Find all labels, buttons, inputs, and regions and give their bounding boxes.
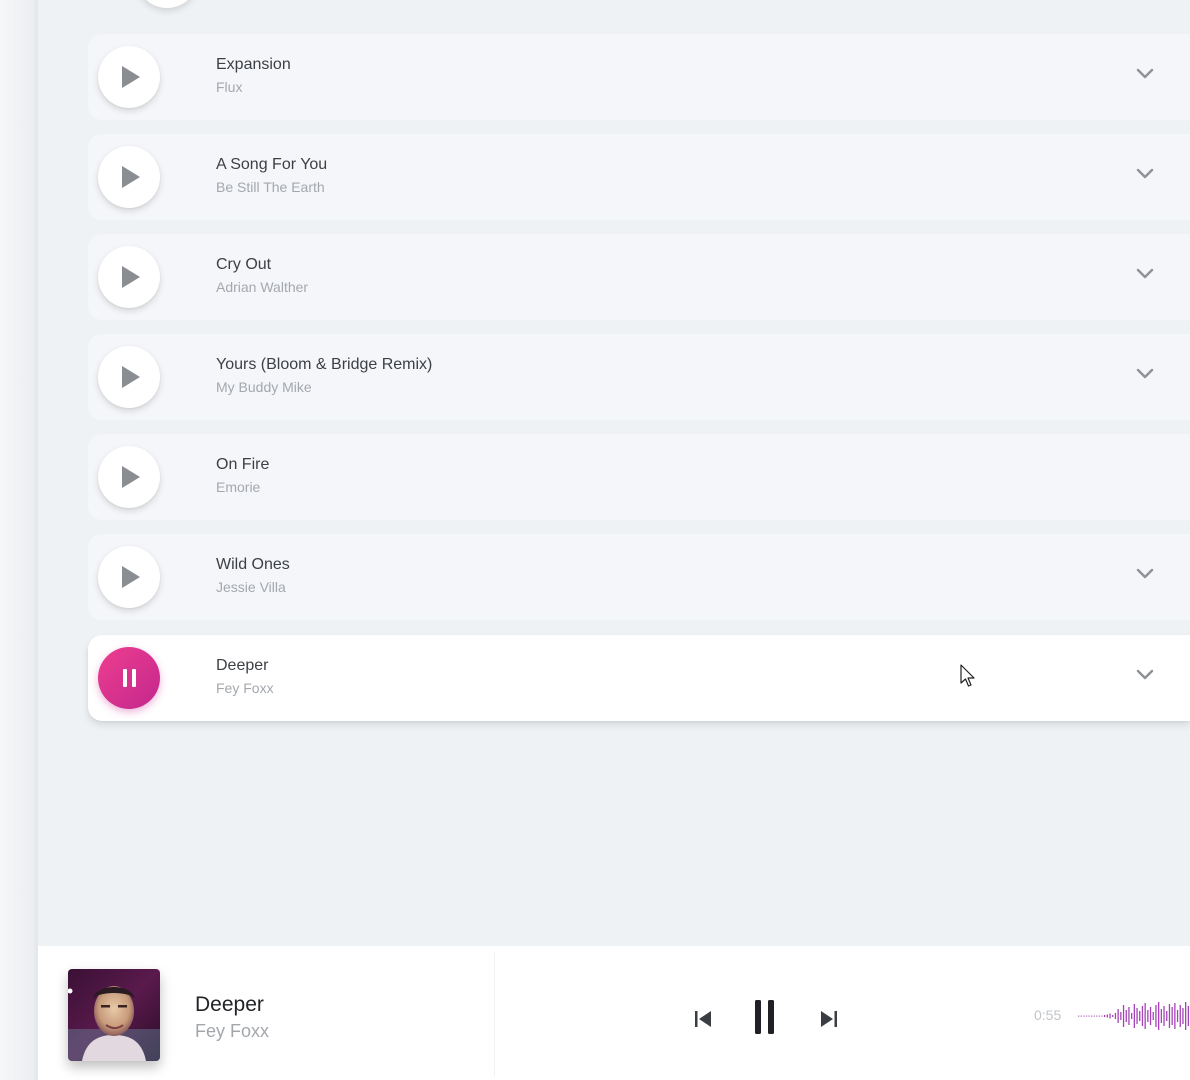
chevron-down-icon[interactable] bbox=[1136, 368, 1154, 380]
waveform-bar bbox=[1093, 1015, 1095, 1017]
play-icon bbox=[122, 566, 140, 588]
waveform-bar bbox=[1083, 1015, 1085, 1017]
track-artist: Adrian Walther bbox=[216, 279, 309, 295]
play-button[interactable] bbox=[98, 346, 160, 408]
waveform-bar bbox=[1160, 1009, 1162, 1023]
waveform[interactable] bbox=[1076, 996, 1190, 1036]
waveform-bar bbox=[1187, 1006, 1189, 1026]
waveform-bar bbox=[1139, 1011, 1141, 1021]
left-rail bbox=[0, 0, 38, 1080]
track-title: Wild Ones bbox=[216, 556, 290, 573]
now-playing-title: Deeper bbox=[195, 993, 264, 1016]
elapsed-time: 0:55 bbox=[1034, 1007, 1062, 1023]
waveform-bar bbox=[1080, 1015, 1082, 1017]
waveform-bar bbox=[1171, 1007, 1173, 1025]
track-title: On Fire bbox=[216, 456, 270, 473]
play-button[interactable] bbox=[98, 446, 160, 508]
pause-icon[interactable] bbox=[754, 999, 776, 1035]
play-icon bbox=[122, 266, 140, 288]
waveform-bar bbox=[1098, 1015, 1101, 1017]
chevron-down-icon[interactable] bbox=[1136, 268, 1154, 280]
track-title: A Song For You bbox=[216, 156, 328, 173]
play-button[interactable] bbox=[98, 146, 160, 208]
skip-next-icon[interactable] bbox=[820, 1010, 838, 1028]
waveform-bar bbox=[1158, 1002, 1160, 1030]
play-icon bbox=[122, 466, 140, 488]
skip-previous-icon[interactable] bbox=[694, 1010, 712, 1028]
track-row[interactable]: Cry Out Adrian Walther bbox=[88, 234, 1190, 320]
waveform-bar bbox=[1141, 1006, 1144, 1026]
waveform-bar bbox=[1112, 1015, 1114, 1017]
track-title: Expansion bbox=[216, 56, 291, 73]
waveform-bar bbox=[1147, 1010, 1149, 1022]
divider bbox=[494, 952, 495, 1076]
track-row[interactable]: A Song For You Be Still The Earth bbox=[88, 134, 1190, 220]
chevron-down-icon[interactable] bbox=[1136, 568, 1154, 580]
track-row[interactable]: Yours (Bloom & Bridge Remix) My Buddy Mi… bbox=[88, 334, 1190, 420]
waveform-bar bbox=[1131, 1013, 1133, 1019]
waveform-bar bbox=[1166, 1011, 1168, 1021]
waveform-bar bbox=[1133, 1004, 1135, 1028]
play-icon bbox=[122, 366, 140, 388]
track-row-playing[interactable]: Deeper Fey Foxx bbox=[88, 635, 1190, 721]
chevron-down-icon[interactable] bbox=[1136, 68, 1154, 80]
waveform-bar bbox=[1179, 1005, 1181, 1027]
play-icon bbox=[122, 66, 140, 88]
play-button[interactable] bbox=[98, 246, 160, 308]
waveform-bar bbox=[1114, 1013, 1117, 1019]
waveform-bar bbox=[1185, 1002, 1187, 1030]
track-row[interactable]: On Fire Emorie bbox=[88, 434, 1190, 520]
track-artist: My Buddy Mike bbox=[216, 379, 312, 395]
track-row[interactable]: Wild Ones Jessie Villa bbox=[88, 534, 1190, 620]
track-artist: Be Still The Earth bbox=[216, 179, 325, 195]
play-button-partial[interactable] bbox=[136, 0, 198, 8]
waveform-bar bbox=[1078, 1015, 1080, 1017]
waveform-bar bbox=[1182, 1008, 1184, 1024]
waveform-bar bbox=[1163, 1006, 1165, 1026]
waveform-bar bbox=[1101, 1015, 1103, 1017]
waveform-bar bbox=[1155, 1005, 1157, 1027]
track-title: Cry Out bbox=[216, 256, 272, 273]
waveform-bar bbox=[1122, 1005, 1125, 1027]
waveform-bar bbox=[1125, 1010, 1127, 1022]
waveform-bar bbox=[1144, 1003, 1146, 1029]
waveform-bar bbox=[1106, 1014, 1108, 1018]
track-artist: Flux bbox=[216, 79, 243, 95]
track-row[interactable]: Expansion Flux bbox=[88, 34, 1190, 120]
chevron-down-icon[interactable] bbox=[1136, 669, 1154, 681]
album-art bbox=[68, 969, 160, 1061]
mouse-cursor-icon bbox=[960, 664, 975, 687]
play-icon bbox=[122, 166, 140, 188]
waveform-bar bbox=[1168, 1004, 1171, 1028]
waveform-bar bbox=[1176, 1010, 1179, 1022]
waveform-bar bbox=[1109, 1013, 1111, 1019]
chevron-down-icon[interactable] bbox=[1136, 168, 1154, 180]
track-list: Expansion Flux A Song For You Be Still T… bbox=[38, 0, 1190, 946]
waveform-bar bbox=[1096, 1015, 1098, 1017]
waveform-bar bbox=[1091, 1015, 1093, 1017]
waveform-bar bbox=[1136, 1008, 1138, 1024]
waveform-bar bbox=[1149, 1007, 1152, 1025]
play-button[interactable] bbox=[98, 546, 160, 608]
track-title: Deeper bbox=[216, 657, 269, 674]
waveform-bar bbox=[1104, 1015, 1106, 1017]
track-artist: Jessie Villa bbox=[216, 579, 286, 595]
track-artist: Emorie bbox=[216, 479, 261, 495]
waveform-bar bbox=[1174, 1003, 1176, 1029]
player-bar: Deeper Fey Foxx 0:55 bbox=[38, 946, 1190, 1080]
play-button[interactable] bbox=[98, 46, 160, 108]
waveform-bar bbox=[1120, 1012, 1122, 1020]
track-artist: Fey Foxx bbox=[216, 680, 274, 696]
waveform-bar bbox=[1128, 1007, 1130, 1025]
pause-button[interactable] bbox=[98, 647, 160, 709]
waveform-bar bbox=[1117, 1009, 1119, 1023]
now-playing-artist: Fey Foxx bbox=[195, 1021, 270, 1041]
waveform-bar bbox=[1085, 1015, 1088, 1017]
pause-icon bbox=[122, 669, 136, 687]
track-title: Yours (Bloom & Bridge Remix) bbox=[216, 356, 433, 373]
waveform-bar bbox=[1152, 1012, 1154, 1020]
waveform-bar bbox=[1088, 1015, 1090, 1017]
